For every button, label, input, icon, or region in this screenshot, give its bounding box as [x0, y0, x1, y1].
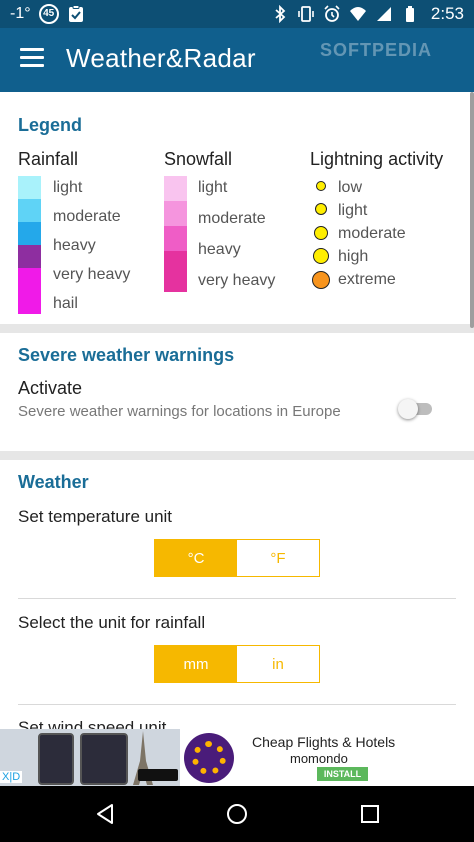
battery-icon — [405, 6, 414, 22]
wifi-icon — [349, 7, 366, 21]
ad-brand: momondo — [290, 751, 348, 766]
rainfall-unit-label: Select the unit for rainfall — [18, 613, 206, 632]
snowfall-swatch-very-heavy — [164, 251, 187, 292]
divider — [18, 704, 456, 705]
lightning-label-light: light — [338, 202, 368, 219]
legend-card: Legend Rainfall light moderate heavy ver… — [0, 92, 474, 324]
clock: 2:53 — [430, 4, 464, 23]
navigation-bar — [0, 786, 474, 842]
signal-icon — [376, 7, 391, 21]
temperature-unit-selector: °C °F — [154, 539, 320, 577]
weather-title: Weather — [18, 472, 89, 492]
rainfall-label-moderate: moderate — [53, 208, 121, 225]
rainfall-swatch-very-heavy — [18, 245, 41, 268]
rainfall-mm-button[interactable]: mm — [155, 646, 237, 682]
lightning-label-moderate: moderate — [338, 225, 406, 242]
lightning-dot-extreme — [312, 271, 330, 289]
rainfall-swatch-hail — [18, 268, 41, 314]
rainfall-unit-selector: mm in — [154, 645, 320, 683]
activate-description: Severe weather warnings for locations in… — [18, 403, 341, 420]
divider — [18, 598, 456, 599]
temperature-unit-label: Set temperature unit — [18, 507, 173, 526]
lightning-label-high: high — [338, 248, 369, 265]
lightning-title: Lightning activity — [310, 149, 444, 169]
back-icon[interactable] — [93, 802, 117, 826]
activate-label: Activate — [18, 378, 83, 398]
rainfall-label-hail: hail — [53, 295, 78, 312]
recents-icon[interactable] — [358, 802, 382, 826]
snowfall-title: Snowfall — [164, 149, 233, 169]
lightning-dot-moderate — [314, 226, 328, 240]
rainfall-swatch-light — [18, 176, 41, 199]
toggle-thumb — [398, 399, 418, 419]
temperature-celsius-button[interactable]: °C — [155, 540, 237, 576]
weather-card — [0, 460, 474, 729]
lightning-label-extreme: extreme — [338, 271, 396, 288]
temperature-indicator: -1° — [10, 5, 31, 22]
status-bar: -1° 45 2:53 — [0, 0, 474, 28]
watermark: SOFTPEDIA — [320, 40, 433, 60]
snowfall-swatch-moderate — [164, 201, 187, 226]
lightning-dot-light — [315, 203, 327, 215]
rainfall-title: Rainfall — [18, 149, 79, 169]
vibrate-icon — [298, 6, 314, 22]
clipboard-check-icon — [68, 5, 83, 22]
snowfall-label-heavy: heavy — [198, 241, 241, 258]
ad-choices-badge[interactable]: X|D — [0, 771, 23, 783]
alarm-icon — [324, 5, 340, 22]
warnings-toggle[interactable] — [398, 398, 434, 420]
notification-count-badge: 45 — [38, 4, 59, 24]
lightning-dot-high — [313, 248, 329, 264]
snowfall-label-very-heavy: very heavy — [198, 272, 276, 289]
home-icon[interactable] — [225, 802, 249, 826]
legend-title: Legend — [18, 115, 83, 135]
scrollbar[interactable] — [470, 92, 474, 328]
bluetooth-icon — [275, 5, 286, 23]
rainfall-in-button[interactable]: in — [237, 646, 319, 682]
ad-phone-graphic — [38, 733, 74, 785]
app-bar: Weather&Radar SOFTPEDIA — [0, 28, 474, 92]
snowfall-label-light: light — [198, 179, 228, 196]
ad-banner[interactable]: X|D Cheap Flights & Hotels momondo INSTA… — [0, 729, 474, 786]
temperature-fahrenheit-button[interactable]: °F — [237, 540, 319, 576]
lightning-dot-low — [316, 181, 326, 191]
rainfall-label-light: light — [53, 179, 83, 196]
snowfall-swatch-heavy — [164, 226, 187, 251]
rainfall-label-heavy: heavy — [53, 237, 96, 254]
warnings-title: Severe weather warnings — [18, 345, 235, 365]
app-title: Weather&Radar — [66, 43, 256, 73]
snowfall-swatch-light — [164, 176, 187, 201]
snowfall-label-moderate: moderate — [198, 210, 266, 227]
rainfall-swatch-heavy — [18, 222, 41, 245]
menu-icon[interactable] — [20, 48, 44, 72]
ad-headline: Cheap Flights & Hotels — [252, 734, 396, 750]
ad-phone-graphic — [80, 733, 128, 785]
momondo-logo — [184, 733, 234, 783]
ad-install-button[interactable]: INSTALL — [317, 767, 368, 781]
rainfall-swatch-moderate — [18, 199, 41, 222]
rainfall-label-very-heavy: very heavy — [53, 266, 131, 283]
screen: -1° 45 2:53 Weather&Radar SOFTPEDIA Lege… — [0, 0, 474, 842]
ad-image — [0, 729, 180, 786]
lightning-label-low: low — [338, 179, 363, 196]
google-play-badge — [138, 769, 178, 781]
